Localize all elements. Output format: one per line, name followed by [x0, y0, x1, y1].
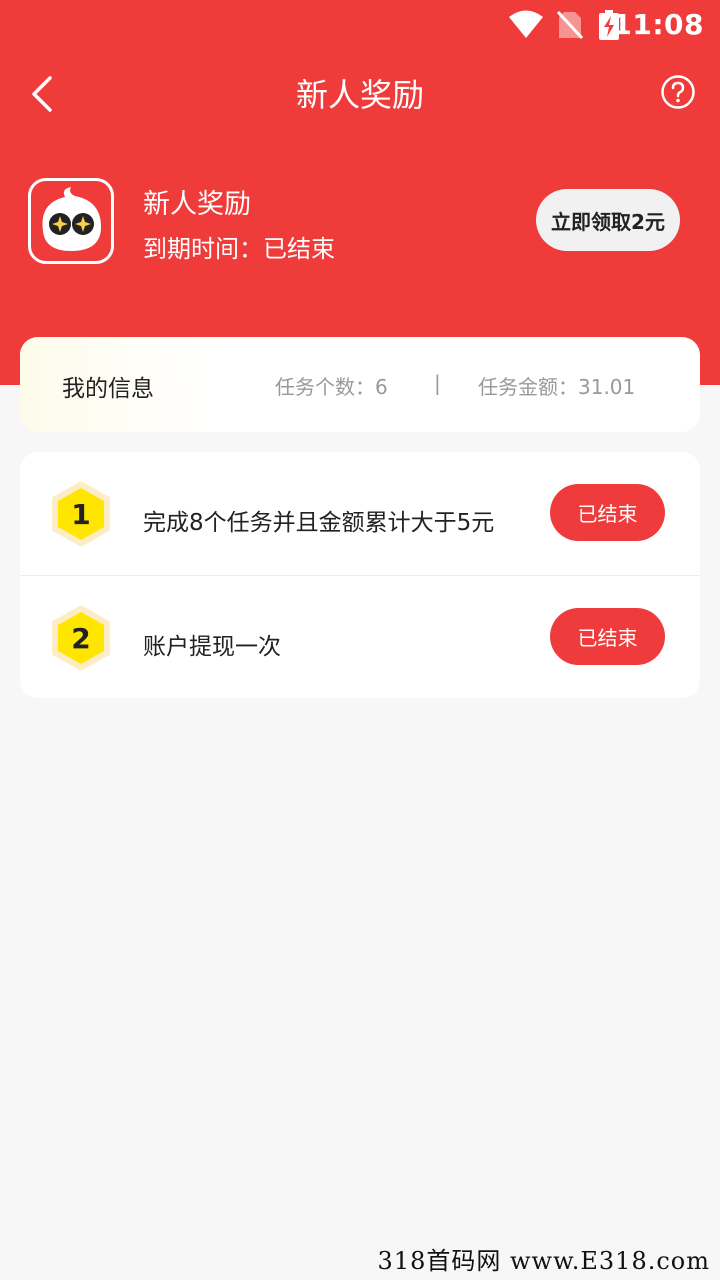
hexagon-badge-icon: 2 — [52, 605, 110, 671]
task-list: 1 完成8个任务并且金额累计大于5元 已结束 2 账户提现一次 已结束 — [20, 452, 700, 698]
task-number: 2 — [71, 622, 90, 655]
wifi-icon — [509, 10, 543, 38]
task-amount: 任务金额：31.01 — [478, 371, 635, 400]
info-title: 我的信息 — [62, 376, 154, 402]
task-count-value: 6 — [375, 375, 388, 399]
hexagon-badge-icon: 1 — [52, 481, 110, 547]
task-count-label: 任务个数： — [275, 375, 375, 399]
no-sim-icon — [556, 10, 584, 40]
task-text: 账户提现一次 — [143, 634, 281, 660]
task-text: 完成8个任务并且金额累计大于5元 — [143, 510, 495, 536]
status-time: 11:08 — [612, 8, 704, 41]
task-amount-value: 31.01 — [578, 375, 636, 399]
task-status-button[interactable]: 已结束 — [550, 484, 665, 541]
app-logo — [28, 178, 114, 264]
screen: 11:08 新人奖励 新人奖励 到期时间：已结束 立即领取2元 我的信息 任务个… — [0, 0, 720, 1280]
expire-row: 到期时间：已结束 — [143, 229, 335, 264]
mascot-logo-icon — [42, 187, 101, 251]
task-count: 任务个数：6 — [275, 371, 388, 400]
task-status-button[interactable]: 已结束 — [550, 608, 665, 665]
status-bar: 11:08 — [0, 0, 720, 50]
reward-name: 新人奖励 — [143, 189, 251, 220]
expire-label: 到期时间： — [143, 235, 263, 263]
watermark: 318首码网 www.E318.com — [377, 1247, 710, 1275]
app-bar: 新人奖励 — [0, 50, 720, 134]
task-row: 2 账户提现一次 已结束 — [20, 575, 700, 698]
expire-value: 已结束 — [263, 235, 335, 263]
question-circle-icon — [661, 75, 695, 109]
page-title: 新人奖励 — [295, 76, 424, 114]
info-divider: | — [434, 371, 441, 395]
info-card: 我的信息 任务个数：6 | 任务金额：31.01 — [20, 337, 700, 432]
help-button[interactable] — [660, 74, 696, 110]
claim-reward-button[interactable]: 立即领取2元 — [536, 189, 680, 251]
task-row: 1 完成8个任务并且金额累计大于5元 已结束 — [20, 452, 700, 575]
task-amount-label: 任务金额： — [478, 375, 578, 399]
task-number: 1 — [71, 498, 90, 531]
